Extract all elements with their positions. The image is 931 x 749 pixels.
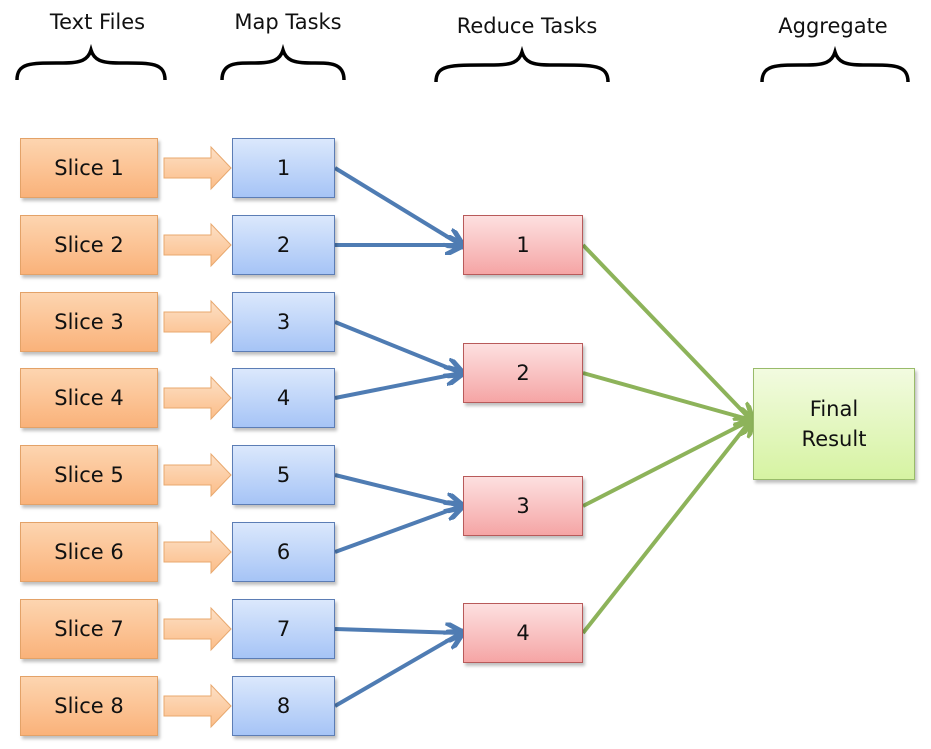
- final-result-line2: Result: [801, 427, 867, 451]
- map-to-reduce-arrow: [333, 166, 461, 245]
- reduce-task-box: 1: [463, 215, 583, 275]
- map-task-box: 4: [232, 368, 335, 428]
- slice-box: Slice 2: [20, 215, 158, 275]
- reduce-task-box-label: 4: [516, 621, 530, 645]
- slice-box: Slice 4: [20, 368, 158, 428]
- map-task-box: 8: [232, 676, 335, 736]
- curly-brace-icon: [220, 43, 346, 81]
- block-arrow-icon: [163, 529, 232, 575]
- map-task-box: 3: [232, 292, 335, 352]
- slice-box: Slice 6: [20, 522, 158, 582]
- map-task-box-label: 1: [276, 156, 291, 180]
- slice-box-label: Slice 4: [54, 386, 124, 410]
- map-to-reduce-arrow: [334, 320, 461, 373]
- block-arrow-icon: [163, 375, 232, 421]
- map-task-box: 7: [232, 599, 335, 659]
- block-arrow-icon: [163, 606, 232, 652]
- map-task-box-label: 4: [276, 386, 291, 410]
- final-result-box: Final Result: [753, 368, 915, 480]
- reduce-task-box: 4: [463, 603, 583, 663]
- slice-box-label: Slice 7: [54, 617, 124, 641]
- map-task-box: 5: [232, 445, 335, 505]
- map-to-reduce-arrow: [334, 506, 461, 554]
- slice-box-label: Slice 6: [54, 540, 124, 564]
- map-task-box-label: 8: [276, 694, 291, 718]
- block-arrow-icon: [163, 452, 232, 498]
- map-to-reduce-arrow: [334, 473, 461, 506]
- map-task-box-label: 6: [276, 540, 291, 564]
- map-to-reduce-arrow: [334, 373, 461, 400]
- map-to-reduce-arrow: [334, 629, 461, 633]
- final-result-line1: Final: [809, 397, 859, 421]
- block-arrow-icon: [163, 299, 232, 345]
- reduce-task-box: 2: [463, 343, 583, 403]
- reduce-task-box-label: 3: [516, 494, 530, 518]
- map-task-box: 1: [232, 138, 335, 198]
- slice-box-label: Slice 5: [54, 463, 124, 487]
- slice-box: Slice 8: [20, 676, 158, 736]
- slice-box-label: Slice 8: [54, 694, 124, 718]
- slice-box-label: Slice 2: [54, 233, 124, 257]
- curly-brace-icon: [434, 45, 610, 83]
- map-task-box-label: 5: [276, 463, 291, 487]
- curly-brace-icon: [760, 45, 910, 83]
- map-task-box: 6: [232, 522, 335, 582]
- slice-box-label: Slice 3: [54, 310, 124, 334]
- reduce-to-final-arrow: [581, 420, 751, 635]
- reduce-task-box: 3: [463, 476, 583, 536]
- block-arrow-icon: [163, 222, 232, 268]
- map-to-reduce-arrow: [333, 633, 461, 708]
- reduce-to-final-arrow: [581, 243, 751, 420]
- map-task-box-label: 3: [276, 310, 291, 334]
- block-arrow-icon: [163, 145, 232, 191]
- reduce-task-box-label: 1: [516, 233, 530, 257]
- slice-box-label: Slice 1: [54, 156, 124, 180]
- map-task-box-label: 2: [276, 233, 291, 257]
- map-task-box: 2: [232, 215, 335, 275]
- slice-box: Slice 1: [20, 138, 158, 198]
- reduce-to-final-arrow: [582, 420, 751, 508]
- map-task-box-label: 7: [276, 617, 291, 641]
- slice-box: Slice 3: [20, 292, 158, 352]
- slice-box: Slice 7: [20, 599, 158, 659]
- slice-box: Slice 5: [20, 445, 158, 505]
- block-arrow-icon: [163, 683, 232, 729]
- reduce-task-box-label: 2: [516, 361, 530, 385]
- curly-brace-icon: [15, 43, 167, 81]
